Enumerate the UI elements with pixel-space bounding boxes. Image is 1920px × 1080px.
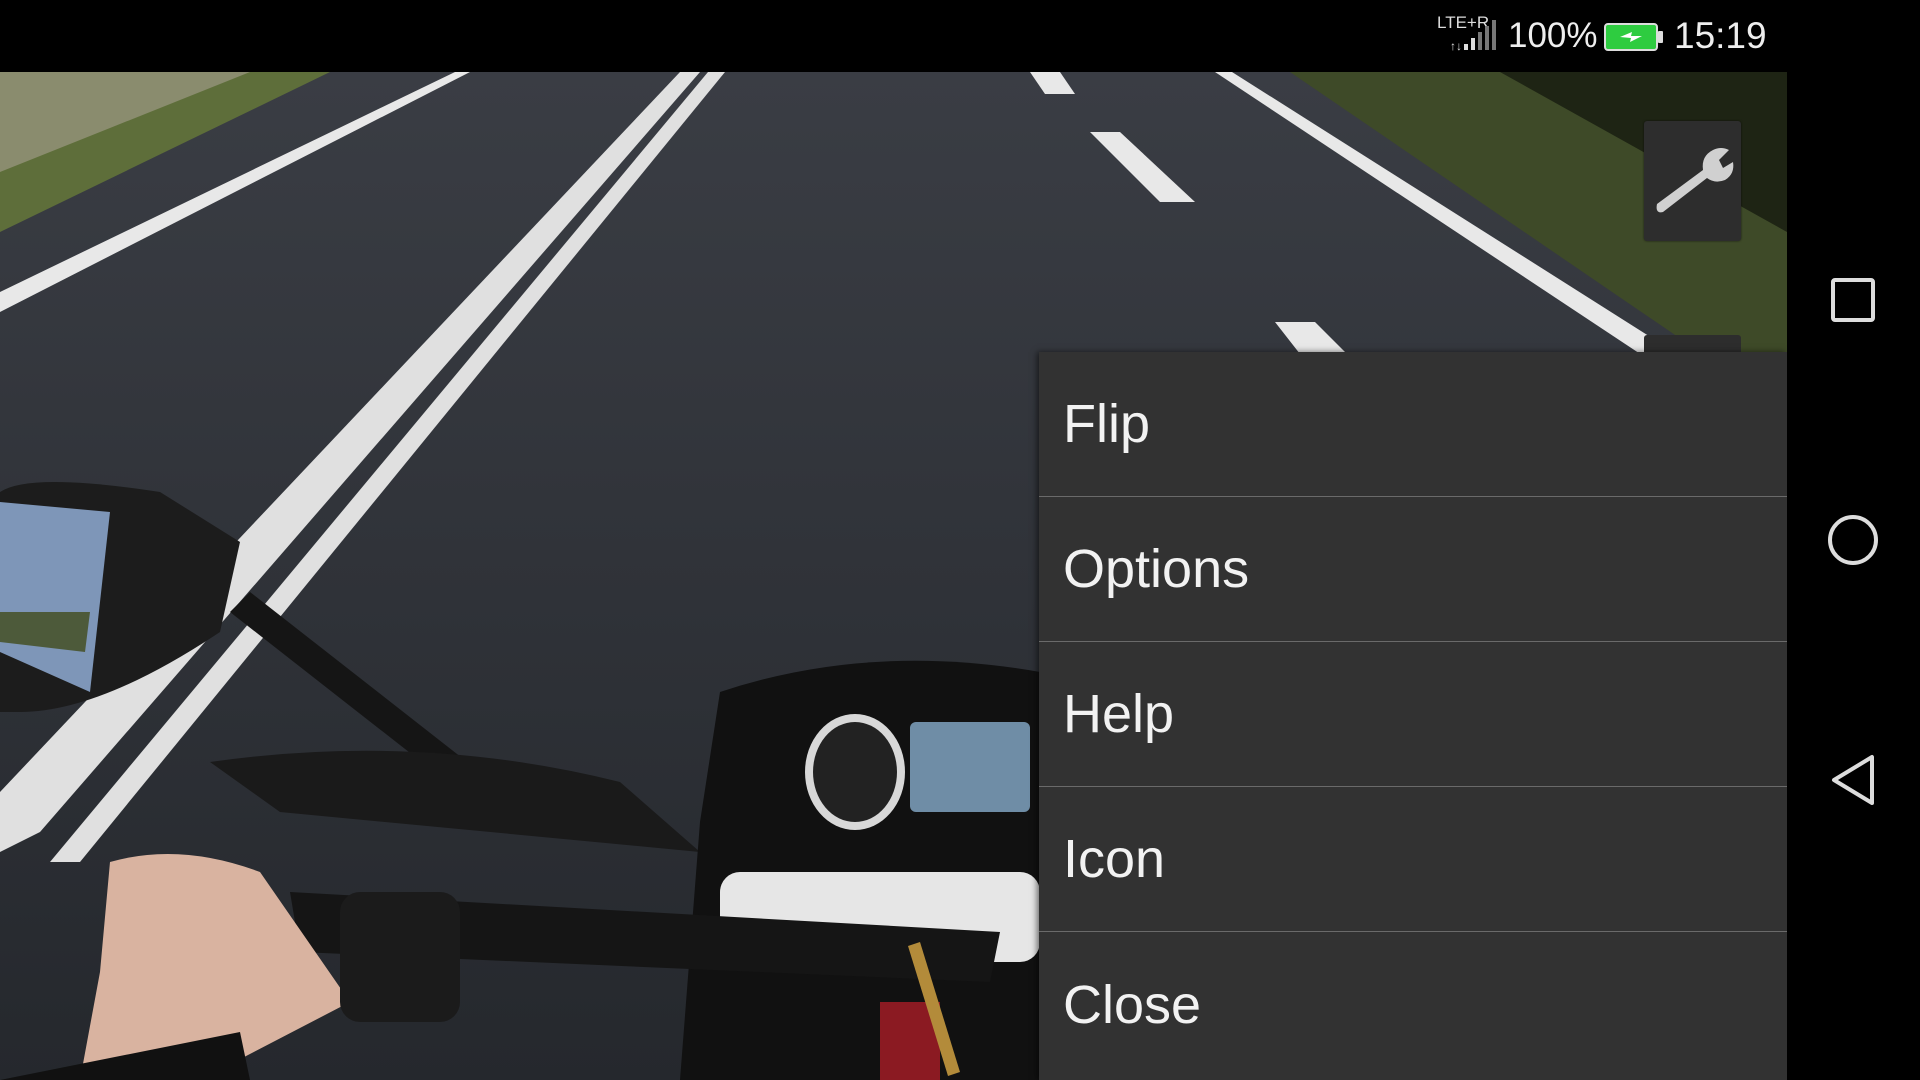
navigation-bar [1787, 72, 1920, 1080]
home-button[interactable] [1823, 510, 1883, 570]
menu-item-label: Close [1063, 974, 1202, 1035]
back-button[interactable] [1823, 750, 1883, 810]
menu-item-options[interactable]: Options [1039, 497, 1787, 642]
back-icon [1832, 755, 1874, 805]
menu-item-close[interactable]: Close [1039, 932, 1787, 1077]
menu-item-label: Help [1063, 684, 1175, 744]
status-bar: LTE+R ↑↓ 100% 15:19 [0, 0, 1920, 72]
wrench-icon [1656, 148, 1733, 213]
settings-button[interactable] [1644, 121, 1741, 241]
recent-apps-icon [1831, 278, 1875, 322]
menu-item-help[interactable]: Help [1039, 642, 1787, 787]
home-icon [1828, 515, 1878, 565]
battery-charging-icon [1604, 23, 1663, 51]
menu-item-label: Options [1063, 539, 1250, 599]
clock: 15:19 [1674, 15, 1767, 56]
recent-apps-button[interactable] [1823, 270, 1883, 330]
menu-item-label: Flip [1063, 394, 1151, 454]
menu-item-flip[interactable]: Flip [1039, 352, 1787, 497]
menu-item-label: Icon [1063, 829, 1166, 889]
signal-icon: ↑↓ [1450, 20, 1496, 52]
svg-text:↑↓: ↑↓ [1450, 39, 1462, 52]
battery-percent: 100% [1508, 16, 1598, 55]
popup-menu: Flip Options Help Icon Close [1039, 352, 1787, 1080]
menu-item-icon[interactable]: Icon [1039, 787, 1787, 932]
